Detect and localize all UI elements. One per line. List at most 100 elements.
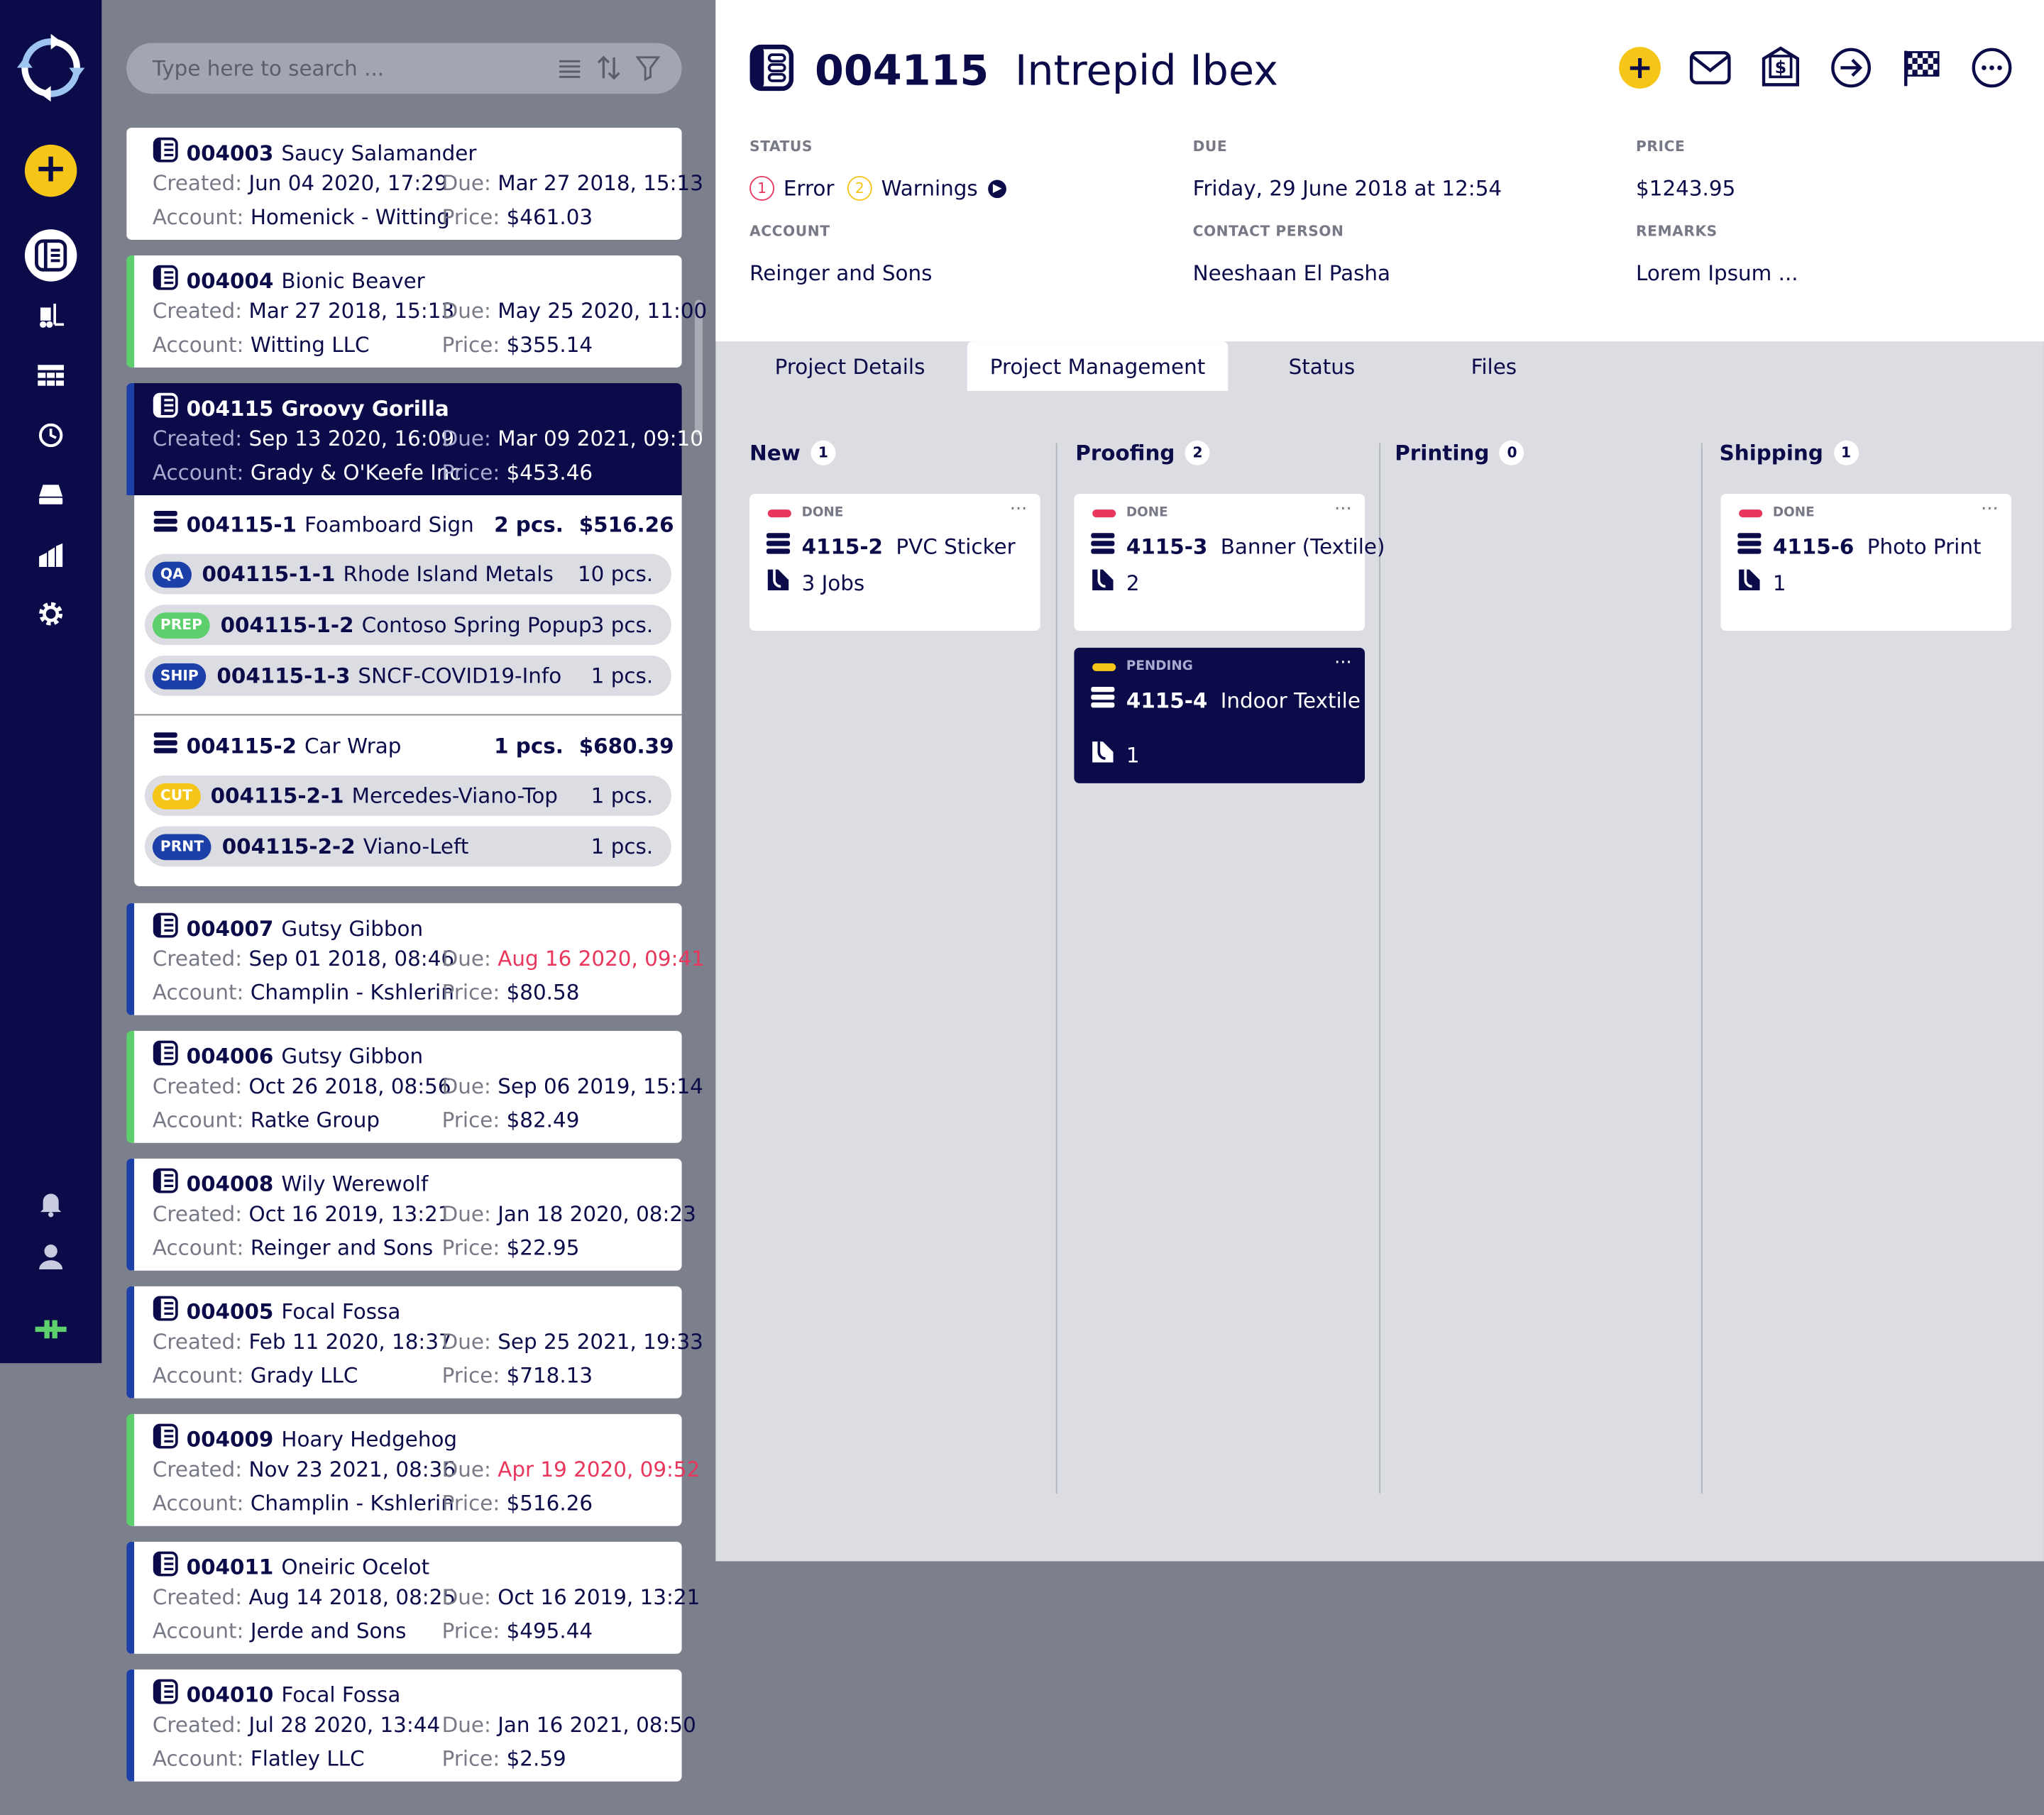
project-card[interactable]: 004009 Hoary Hedgehog Created: Nov 23 2021… xyxy=(126,1413,700,1526)
job-card[interactable]: PENDING ··· 4115-4 Indoor Textile 1 xyxy=(1074,647,1366,783)
finish-flag-icon[interactable] xyxy=(1901,47,1943,89)
forward-icon[interactable] xyxy=(1830,47,1872,89)
add-icon[interactable]: + xyxy=(24,144,77,197)
project-card[interactable]: 004008 Wily Werewolf Created: Oct 16 2019,… xyxy=(126,1158,696,1271)
account-value: Witting LLC xyxy=(250,332,370,358)
job-card[interactable]: DONE ··· 4115-6 Photo Print 1 xyxy=(1720,494,2012,631)
header-actions: + $ xyxy=(1619,46,2013,89)
created-value: Jul 28 2020, 13:44 xyxy=(248,1712,441,1738)
printer-icon[interactable] xyxy=(33,477,69,513)
table-icon[interactable] xyxy=(33,357,69,393)
price-value: $82.49 xyxy=(506,1108,580,1133)
status-badge: PREP xyxy=(152,612,210,639)
card-dates: Created: Oct 16 2019, 13:21 Due: Jan 18 2… xyxy=(153,1201,696,1226)
account-label: Account: xyxy=(152,980,244,1005)
more-icon[interactable]: ··· xyxy=(1334,653,1352,673)
analytics-icon[interactable] xyxy=(33,537,69,573)
job-card[interactable]: DONE ··· 4115-2 PVC Sticker 3 Jobs xyxy=(749,494,1040,631)
projects-icon[interactable] xyxy=(24,229,77,282)
filter-icon[interactable] xyxy=(634,55,661,86)
invoice-icon[interactable]: $ xyxy=(1760,46,1802,89)
column-title: New xyxy=(749,440,801,465)
warning-text[interactable]: Warnings xyxy=(881,176,978,201)
project-number: 004115 xyxy=(186,395,274,421)
job-count-value: 1 xyxy=(1126,742,1140,767)
plug-icon[interactable] xyxy=(33,1311,69,1347)
project-card[interactable]: 004005 Focal Fossa Created: Feb 11 2020, 1… xyxy=(126,1286,703,1399)
tab-project-details[interactable]: Project Details xyxy=(749,341,950,391)
tab-files[interactable]: Files xyxy=(1430,341,1558,391)
sort-icon[interactable] xyxy=(595,55,622,86)
project-card[interactable]: 004011 Oneiric Ocelot Created: Aug 14 2018… xyxy=(126,1541,700,1654)
project-card[interactable]: 004004 Bionic Beaver Created: Mar 27 2018,… xyxy=(126,255,707,368)
price-value: $1243.95 xyxy=(1636,175,1736,201)
tab-project-management[interactable]: Project Management xyxy=(967,341,1229,392)
created-value: Mar 27 2018, 15:13 xyxy=(248,298,455,324)
price-value: $718.13 xyxy=(506,1363,593,1389)
sub-item[interactable]: SHIP 004115-1-3 SNCF-COVID19-Info 1 pcs. xyxy=(144,655,671,696)
project-card[interactable]: 004007 Gutsy Gibbon Created: Sep 01 2018, … xyxy=(126,903,705,1015)
error-text[interactable]: Error xyxy=(784,176,835,201)
due-value: Sep 25 2021, 19:33 xyxy=(498,1329,703,1355)
project-name: Saucy Salamander xyxy=(281,140,477,165)
job-count-value: 3 Jobs xyxy=(801,570,865,595)
project-card[interactable]: 004003 Saucy Salamander Created: Jun 04 20… xyxy=(126,127,703,240)
more-icon[interactable]: ··· xyxy=(1981,499,1999,519)
sub-item[interactable]: CUT 004115-2-1 Mercedes-Viano-Top 1 pcs. xyxy=(144,775,671,816)
item-id: 004115-1 xyxy=(186,511,297,536)
created-value: Jun 04 2020, 17:29 xyxy=(248,170,448,196)
more-icon[interactable]: ··· xyxy=(1010,499,1028,519)
status-badge: QA xyxy=(152,561,192,587)
project-name: Hoary Hedgehog xyxy=(281,1426,458,1452)
more-icon[interactable]: ··· xyxy=(1334,499,1352,519)
tab-status[interactable]: Status xyxy=(1253,341,1391,391)
mail-icon[interactable] xyxy=(1689,47,1731,89)
project-card[interactable]: 004010 Focal Fossa Created: Jul 28 2020, 1… xyxy=(126,1669,696,1782)
item-name: Car Wrap xyxy=(304,733,402,758)
search-input[interactable] xyxy=(152,43,544,94)
forklift-icon[interactable] xyxy=(33,297,69,333)
column-count: 0 xyxy=(1500,440,1524,465)
add-icon[interactable]: + xyxy=(1619,47,1661,89)
history-icon[interactable] xyxy=(33,417,69,453)
contact-value: Neeshaan El Pasha xyxy=(1192,260,1391,286)
list-icon[interactable] xyxy=(556,55,583,86)
price-value: $495.44 xyxy=(506,1618,593,1644)
logo-icon[interactable] xyxy=(16,33,85,102)
column-printing: Printing 0 xyxy=(1395,440,1524,465)
due-value: Jan 18 2020, 08:23 xyxy=(498,1201,696,1227)
status-label: STATUS xyxy=(749,138,813,155)
job-count: 1 xyxy=(1089,739,1140,770)
status-badge: SHIP xyxy=(152,662,207,689)
project-card[interactable]: 004006 Gutsy Gibbon Created: Oct 26 2018, … xyxy=(126,1030,703,1143)
job-id: 4115-3 xyxy=(1126,534,1208,559)
due-value: Mar 09 2021, 09:10 xyxy=(498,426,703,451)
chevron-right-icon[interactable]: ▶ xyxy=(988,179,1007,198)
status-pill xyxy=(1739,509,1763,517)
job-card[interactable]: DONE ··· 4115-3 Banner (Textile) 2 xyxy=(1074,494,1385,631)
list-item[interactable]: 004115-2 Car Wrap 1 pcs. $680.39 xyxy=(153,730,674,761)
sub-item-name: Contoso Spring Popup xyxy=(361,612,592,638)
project-card-selected[interactable]: 004115 Groovy Gorilla Created: Sep 13 2020… xyxy=(126,382,703,495)
card-account: Account: Grady LLC Price: $718.13 xyxy=(153,1363,593,1388)
status-badge: PRNT xyxy=(152,833,212,860)
project-name: Gutsy Gibbon xyxy=(281,1043,424,1069)
job-count: 2 xyxy=(1089,567,1140,598)
settings-icon[interactable] xyxy=(33,595,69,631)
bell-icon[interactable] xyxy=(33,1186,69,1222)
sub-item[interactable]: PRNT 004115-2-2 Viano-Left 1 pcs. xyxy=(144,826,671,867)
job-stack-icon xyxy=(1736,531,1762,560)
created-label: Created: xyxy=(152,1329,243,1355)
job-count-value: 1 xyxy=(1772,570,1786,595)
more-icon[interactable] xyxy=(1971,47,2013,89)
account-value: Grady & O'Keefe Inc xyxy=(250,460,461,485)
sub-item[interactable]: PREP 004115-1-2 Contoso Spring Popup 3 p… xyxy=(144,605,671,646)
list-item[interactable]: 004115-1 Foamboard Sign 2 pcs. $516.26 xyxy=(153,508,674,539)
project-number: 004005 xyxy=(186,1298,274,1324)
projects-icon xyxy=(153,1423,179,1455)
sub-item[interactable]: QA 004115-1-1 Rhode Island Metals 10 pcs… xyxy=(144,553,671,595)
column-divider xyxy=(1055,443,1057,1494)
column-title: Shipping xyxy=(1719,440,1823,465)
account-label: Account: xyxy=(152,460,244,485)
user-icon[interactable] xyxy=(33,1238,69,1274)
